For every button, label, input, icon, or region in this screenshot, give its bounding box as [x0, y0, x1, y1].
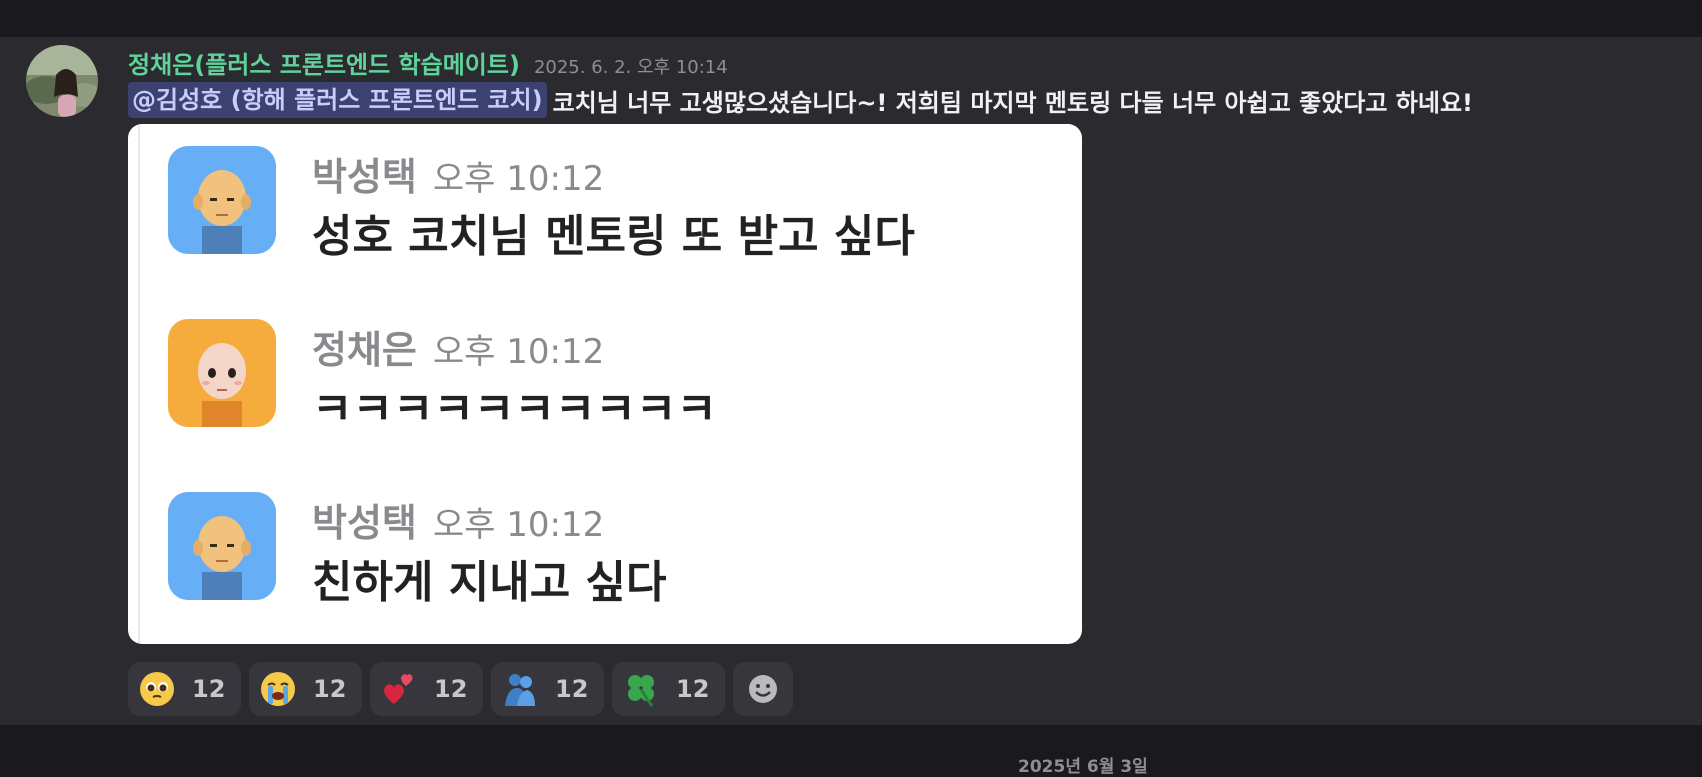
kakao-sender-name: 박성택: [312, 155, 417, 199]
hugging-people-emoji: [505, 674, 535, 706]
message-header: 정채은(플러스 프론트엔드 학습메이트) 2025. 6. 2. 오후 10:1…: [128, 45, 728, 79]
bald-boy-avatar: [168, 492, 276, 600]
reaction-pleading-face[interactable]: 12: [128, 662, 241, 716]
bottom-strip: [0, 725, 1702, 766]
reaction-count: 12: [313, 675, 347, 703]
kakao-name-row: 박성택 오후 10:12: [312, 492, 604, 547]
kakao-text: ㅋㅋㅋㅋㅋㅋㅋㅋㅋㅋ: [312, 384, 717, 435]
kakao-sender-name: 정채은: [312, 328, 417, 372]
reaction-bar: 12 12 12 12 12: [128, 662, 793, 716]
reaction-count: 12: [192, 675, 226, 703]
avatar[interactable]: [26, 45, 98, 117]
reaction-heart[interactable]: 12: [370, 662, 483, 716]
author-name[interactable]: 정채은(플러스 프론트엔드 학습메이트): [128, 45, 520, 80]
user-mention[interactable]: @김성호 (항해 플러스 프론트엔드 코치): [128, 82, 547, 118]
top-strip: [0, 0, 1702, 37]
kakao-message: 박성택 오후 10:12 성호 코치님 멘토링 또 받고 싶다: [168, 146, 1028, 262]
reaction-count: 12: [434, 675, 468, 703]
message-timestamp: 2025. 6. 2. 오후 10:14: [533, 57, 728, 78]
reaction-hug[interactable]: 12: [491, 662, 604, 716]
date-divider: 2025년 6월 3일: [1018, 757, 1148, 777]
kakao-text: 성호 코치님 멘토링 또 받고 싶다: [312, 211, 915, 262]
heart-exclamation-emoji: [384, 674, 413, 704]
reaction-clover[interactable]: 12: [612, 662, 725, 716]
attachment-edge: [138, 124, 140, 644]
kakao-time: 오후 10:12: [432, 332, 605, 372]
reaction-count: 12: [555, 675, 589, 703]
reaction-count: 12: [676, 675, 710, 703]
kakao-sender-name: 박성택: [312, 501, 417, 545]
add-reaction-button[interactable]: [733, 662, 793, 716]
chat-message[interactable]: 정채은(플러스 프론트엔드 학습메이트) 2025. 6. 2. 오후 10:1…: [0, 37, 1702, 725]
kakao-time: 오후 10:12: [432, 159, 605, 199]
kakao-time: 오후 10:12: [432, 505, 605, 545]
message-content: @김성호 (항해 플러스 프론트엔드 코치) 코치님 너무 고생많으셨습니다~!…: [128, 81, 1473, 119]
message-text: 코치님 너무 고생많으셨습니다~! 저희팀 마지막 멘토링 다들 너무 아쉽고 …: [552, 88, 1473, 117]
bald-boy-avatar: [168, 146, 276, 254]
add-reaction-smiley-icon: [749, 675, 777, 703]
image-attachment[interactable]: 박성택 오후 10:12 성호 코치님 멘토링 또 받고 싶다 정채은 오후 1…: [128, 124, 1082, 644]
bald-girl-avatar: [168, 319, 276, 427]
kakao-name-row: 박성택 오후 10:12: [312, 146, 604, 201]
pleading-face-emoji: [140, 672, 174, 706]
kakao-text: 친하게 지내고 싶다: [312, 557, 667, 608]
crying-face-emoji: [261, 672, 295, 706]
four-leaf-clover-emoji: [628, 675, 654, 707]
kakao-message: 박성택 오후 10:12 친하게 지내고 싶다: [168, 492, 1028, 608]
reaction-crying-face[interactable]: 12: [249, 662, 362, 716]
kakao-name-row: 정채은 오후 10:12: [312, 319, 604, 374]
kakao-message: 정채은 오후 10:12 ㅋㅋㅋㅋㅋㅋㅋㅋㅋㅋ: [168, 319, 1028, 435]
